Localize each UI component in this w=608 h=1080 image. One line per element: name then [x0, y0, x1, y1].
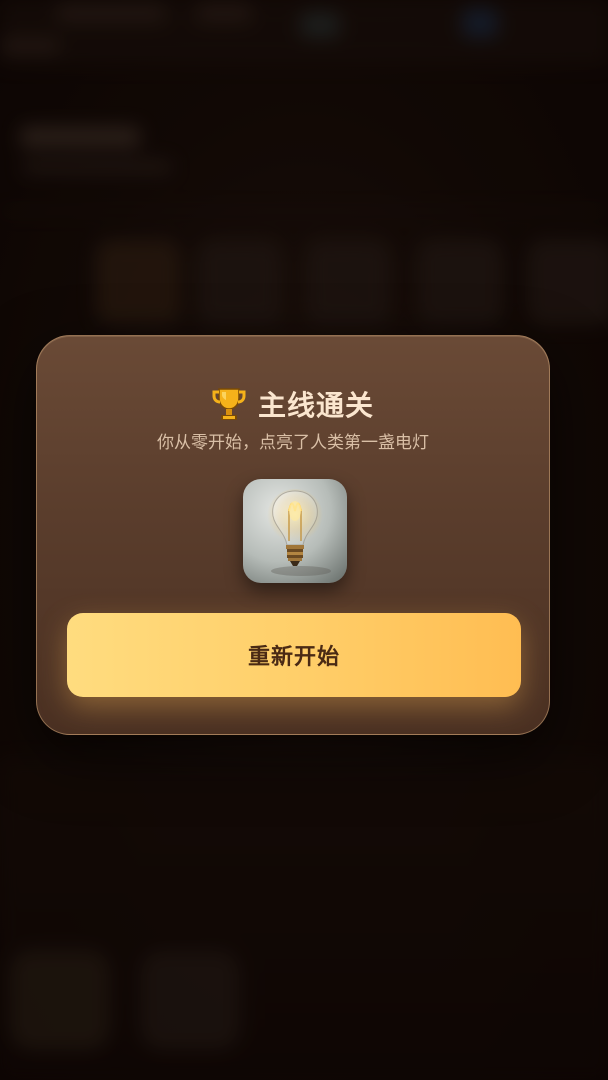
level-complete-dialog: 主线通关 你从零开始，点亮了人类第一盏电灯 重新开始: [36, 335, 550, 735]
restart-button-label: 重新开始: [247, 645, 340, 670]
dialog-title: 主线通关: [257, 389, 374, 422]
dialog-title-row: 主线通关: [37, 384, 549, 424]
game-screen: 主线通关 你从零开始，点亮了人类第一盏电灯 重新开始: [0, 0, 608, 1080]
restart-button[interactable]: 重新开始: [67, 613, 521, 697]
dialog-subtitle: 你从零开始，点亮了人类第一盏电灯: [157, 433, 429, 453]
light-bulb-icon: [243, 479, 347, 583]
trophy-icon: [212, 386, 246, 422]
